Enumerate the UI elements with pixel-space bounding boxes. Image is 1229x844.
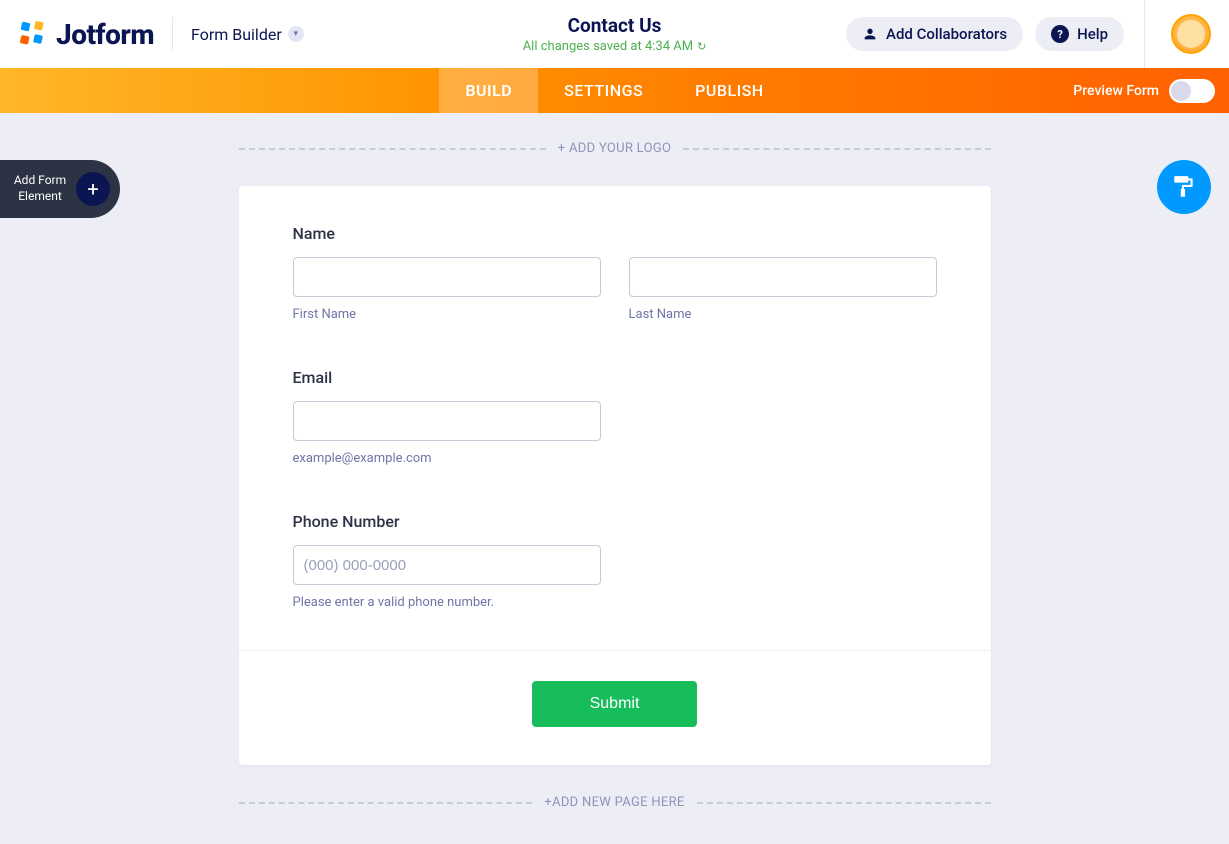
preview-label: Preview Form xyxy=(1073,83,1159,99)
add-element-label: Add Form Element xyxy=(12,173,68,204)
logo[interactable]: Jotform xyxy=(18,18,154,51)
header-divider-2 xyxy=(1144,0,1145,68)
save-status: All changes saved at 4:34 AM ↻ xyxy=(523,39,707,54)
last-name-sublabel: Last Name xyxy=(629,307,937,322)
name-row: First Name Last Name xyxy=(293,257,937,322)
phone-sublabel: Please enter a valid phone number. xyxy=(293,595,937,610)
add-collaborators-button[interactable]: Add Collaborators xyxy=(846,17,1023,51)
field-name[interactable]: Name First Name Last Name xyxy=(293,224,937,322)
top-header: Jotform Form Builder ▾ Contact Us All ch… xyxy=(0,0,1229,68)
chevron-down-icon: ▾ xyxy=(288,26,304,42)
refresh-icon[interactable]: ↻ xyxy=(697,40,706,53)
help-icon: ? xyxy=(1051,25,1069,43)
help-label: Help xyxy=(1077,25,1108,43)
help-button[interactable]: ? Help xyxy=(1035,17,1124,51)
save-status-text: All changes saved at 4:34 AM xyxy=(523,39,693,54)
logo-text: Jotform xyxy=(56,18,154,51)
header-divider xyxy=(172,17,173,51)
user-icon xyxy=(862,26,878,42)
main-nav: BUILD SETTINGS PUBLISH Preview Form xyxy=(0,68,1229,113)
tab-build[interactable]: BUILD xyxy=(439,68,538,113)
preview-toggle[interactable] xyxy=(1169,79,1215,103)
breadcrumb-label: Form Builder xyxy=(191,25,282,44)
field-phone[interactable]: Phone Number Please enter a valid phone … xyxy=(293,512,937,610)
add-page-row: +ADD NEW PAGE HERE xyxy=(239,795,991,810)
dashed-right xyxy=(683,148,990,150)
toggle-knob xyxy=(1171,81,1191,101)
last-name-input[interactable] xyxy=(629,257,937,297)
submit-row: Submit xyxy=(239,650,991,765)
first-name-input[interactable] xyxy=(293,257,601,297)
name-label: Name xyxy=(293,224,937,243)
phone-input[interactable] xyxy=(293,545,601,585)
phone-label: Phone Number xyxy=(293,512,937,531)
form-stage: + ADD YOUR LOGO Name First Name Last Nam… xyxy=(0,113,1229,810)
avatar-icon xyxy=(1177,20,1205,48)
dashed-left-2 xyxy=(239,802,533,804)
first-name-sublabel: First Name xyxy=(293,307,601,322)
form-title[interactable]: Contact Us xyxy=(568,14,662,37)
add-logo-button[interactable]: + ADD YOUR LOGO xyxy=(558,141,671,156)
add-logo-row: + ADD YOUR LOGO xyxy=(239,141,991,156)
paint-roller-icon xyxy=(1171,174,1197,200)
plus-icon: + xyxy=(76,172,110,206)
breadcrumb-dropdown[interactable]: Form Builder ▾ xyxy=(191,25,304,44)
header-right: Add Collaborators ? Help xyxy=(846,0,1211,68)
form-designer-button[interactable] xyxy=(1157,160,1211,214)
dashed-left xyxy=(239,148,546,150)
tab-settings[interactable]: SETTINGS xyxy=(538,68,669,113)
first-name-col: First Name xyxy=(293,257,601,322)
user-avatar[interactable] xyxy=(1171,14,1211,54)
tab-publish[interactable]: PUBLISH xyxy=(669,68,790,113)
title-area: Contact Us All changes saved at 4:34 AM … xyxy=(523,14,707,54)
form-card: Name First Name Last Name Email example@… xyxy=(239,186,991,765)
submit-button[interactable]: Submit xyxy=(532,681,698,727)
field-email[interactable]: Email example@example.com xyxy=(293,368,937,466)
collab-label: Add Collaborators xyxy=(886,25,1007,43)
add-form-element-button[interactable]: Add Form Element + xyxy=(0,160,120,218)
email-sublabel: example@example.com xyxy=(293,451,937,466)
email-label: Email xyxy=(293,368,937,387)
last-name-col: Last Name xyxy=(629,257,937,322)
dashed-right-2 xyxy=(697,802,991,804)
nav-tabs: BUILD SETTINGS PUBLISH xyxy=(439,68,789,113)
email-input[interactable] xyxy=(293,401,601,441)
preview-toggle-wrap: Preview Form xyxy=(1073,79,1215,103)
add-page-button[interactable]: +ADD NEW PAGE HERE xyxy=(544,795,684,810)
form-body: Name First Name Last Name Email example@… xyxy=(239,186,991,650)
logo-icon xyxy=(18,19,48,49)
